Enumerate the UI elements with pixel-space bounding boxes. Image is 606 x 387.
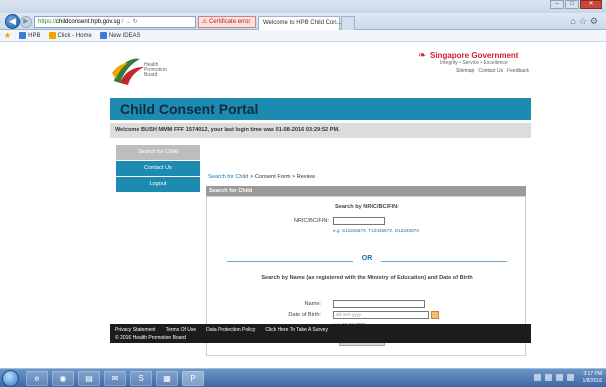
window-titlebar: – □ ✕: [0, 0, 606, 13]
sidebar-item-search-for-child[interactable]: Search for Child: [116, 145, 200, 160]
address-scheme: https://: [38, 19, 57, 25]
browser-navbar: ◀ ▶ https://childconsent.hpb.gov.sg / → …: [0, 13, 606, 30]
sidebar: Search for Child Contact Us Logout: [116, 145, 200, 193]
certificate-error-badge[interactable]: ⚠ Certificate error: [198, 16, 256, 28]
ie-icon: [99, 32, 107, 39]
favorites-star-icon[interactable]: ★: [4, 30, 11, 42]
dob-input[interactable]: dd-mm-yyyy: [333, 311, 429, 319]
dob-label: Date of Birth:: [288, 312, 321, 318]
page-icon: [48, 32, 56, 39]
tray-icon[interactable]: [545, 374, 552, 381]
skype-taskbar-icon[interactable]: S: [130, 371, 152, 386]
favorite-label: New IDEAS: [108, 32, 141, 39]
hpb-swirl-icon: [112, 58, 144, 85]
favorite-hpb[interactable]: HPB: [19, 30, 41, 42]
contact-us-link[interactable]: Contact Us: [478, 68, 503, 74]
forward-icon[interactable]: ▶: [20, 16, 32, 28]
privacy-statement-link[interactable]: Privacy Statement: [115, 327, 156, 333]
breadcrumb: Search for Child > Consent Form > Review: [208, 174, 315, 180]
search-by-id-heading: Search by NRIC/BC/FIN:: [334, 204, 400, 210]
footer-links: Privacy Statement Terms Of Use Data Prot…: [115, 327, 328, 333]
window-controls: – □ ✕: [550, 0, 602, 9]
maximize-button[interactable]: □: [565, 0, 579, 9]
browser-toolbar-icons[interactable]: ⌂☆⚙: [570, 16, 601, 27]
search-panel-title: Search for Child: [206, 186, 526, 196]
chrome-taskbar-icon[interactable]: ◉: [52, 371, 74, 386]
tab-label: Welcome to HPB Child Con...: [263, 20, 342, 26]
hpb-logo-text: Health Promotion Board: [144, 63, 167, 78]
singapore-government-logo[interactable]: ❧ Singapore Government Integrity • Servi…: [418, 51, 530, 81]
address-controls: / → ↻: [121, 19, 138, 25]
welcome-message: Welcome BUSH MMM FFF 1574012, your last …: [110, 123, 531, 138]
system-tray: [534, 374, 574, 381]
back-icon[interactable]: ◀: [5, 14, 20, 29]
top-links: Sitemap Contact Us Feedback: [456, 68, 529, 74]
survey-link[interactable]: Click Here To Take A Survey: [265, 327, 328, 333]
name-input[interactable]: [333, 300, 425, 308]
nric-label: NRIC/BC/FIN:: [293, 218, 329, 224]
nric-hint: e.g. S1234567X, T1234567X, G1234567X: [333, 228, 420, 233]
favorites-bar: ★ HPB Click - Home New IDEAS: [0, 30, 606, 42]
sidebar-item-logout[interactable]: Logout: [116, 177, 200, 192]
app-taskbar-icon[interactable]: ▦: [156, 371, 178, 386]
tray-icon[interactable]: [556, 374, 563, 381]
start-button[interactable]: [2, 370, 19, 387]
sg-name: Singapore Government: [430, 51, 519, 60]
portal-header: Child Consent Portal: [110, 98, 531, 120]
favorite-click-home[interactable]: Click - Home: [48, 30, 92, 42]
address-domain: hpb.gov.sg: [91, 19, 120, 25]
lion-head-icon: ❧: [418, 50, 427, 61]
name-label: Name:: [304, 301, 321, 307]
taskbar: e ◉ ▤ ✉ S ▦ P 3:17 PM 1/8/2016: [0, 368, 606, 387]
footer: Privacy Statement Terms Of Use Data Prot…: [110, 324, 531, 343]
terms-of-use-link[interactable]: Terms Of Use: [166, 327, 197, 333]
feedback-link[interactable]: Feedback: [507, 68, 529, 74]
nric-input[interactable]: [333, 217, 385, 225]
search-by-name-heading: Search by Name (as registered with the M…: [261, 275, 473, 281]
close-button[interactable]: ✕: [580, 0, 602, 9]
address-bar[interactable]: https://childconsent.hpb.gov.sg / → ↻: [34, 16, 196, 28]
breadcrumb-search-link[interactable]: Search for Child: [208, 174, 248, 180]
favorite-label: HPB: [28, 32, 41, 39]
powerpoint-taskbar-icon[interactable]: P: [182, 371, 204, 386]
favorite-new-ideas[interactable]: New IDEAS: [99, 30, 141, 42]
clock[interactable]: 3:17 PM 1/8/2016: [583, 371, 602, 385]
clock-time: 3:17 PM: [583, 371, 602, 377]
clock-date: 1/8/2016: [582, 378, 602, 384]
calendar-icon[interactable]: [431, 311, 439, 319]
hpb-logo-word: Board: [144, 72, 158, 78]
page-title: Child Consent Portal: [120, 101, 259, 117]
breadcrumb-rest: > Consent Form > Review: [250, 174, 316, 180]
ie-icon: [19, 32, 27, 39]
volume-icon[interactable]: [567, 374, 574, 381]
certificate-error-label: Certificate error: [209, 19, 251, 25]
copyright: © 2016 Health Promotion Board: [115, 335, 186, 341]
sidebar-item-contact-us[interactable]: Contact Us: [116, 161, 200, 176]
data-protection-policy-link[interactable]: Data Protection Policy: [206, 327, 255, 333]
favorite-label: Click - Home: [57, 32, 92, 39]
hpb-logo[interactable]: Health Promotion Board: [110, 53, 170, 88]
new-tab-button[interactable]: [341, 16, 355, 30]
sitemap-link[interactable]: Sitemap: [456, 68, 474, 74]
explorer-taskbar-icon[interactable]: ▤: [78, 371, 100, 386]
outlook-taskbar-icon[interactable]: ✉: [104, 371, 126, 386]
tray-icon[interactable]: [534, 374, 541, 381]
ie-taskbar-icon[interactable]: e: [26, 371, 48, 386]
sg-motto: Integrity • Service • Excellence: [440, 60, 508, 66]
or-label: OR: [353, 255, 381, 262]
web-page: Health Promotion Board ❧ Singapore Gover…: [0, 43, 606, 368]
tab-hpb-child-consent[interactable]: Welcome to HPB Child Con... ✕: [258, 16, 348, 30]
minimize-button[interactable]: –: [550, 0, 564, 9]
address-host: childconsent.: [56, 19, 92, 25]
